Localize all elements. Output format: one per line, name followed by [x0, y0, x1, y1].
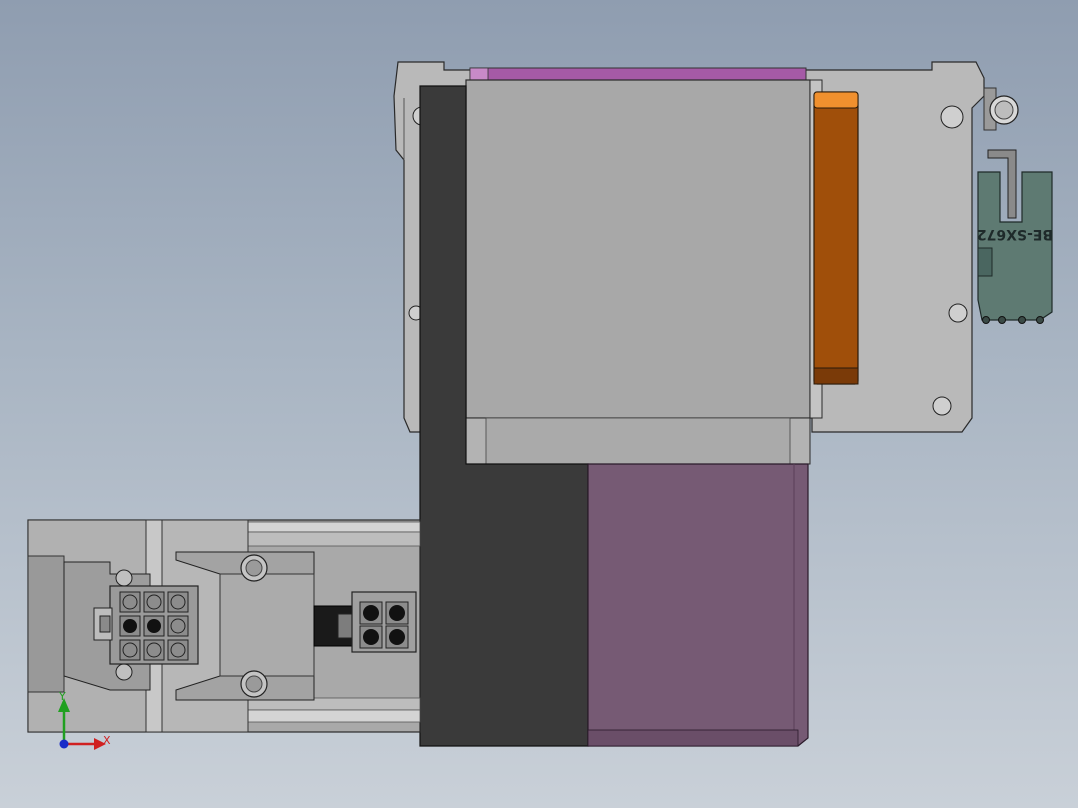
cad-viewport[interactable]: BE-SX672 Y X — [0, 0, 1078, 808]
axis-y-label: Y — [58, 690, 66, 703]
mount-hole — [940, 105, 964, 129]
connector-3x3 — [93, 585, 199, 665]
purple-motor-body — [587, 463, 809, 747]
orange-heatsink-bar — [813, 91, 859, 385]
mount-hole — [948, 303, 968, 323]
connector-2x2 — [351, 591, 417, 653]
mount-hole — [932, 396, 952, 416]
axis-x-label: X — [103, 734, 111, 747]
magenta-strip — [469, 67, 807, 81]
board-part-label: BE-SX672 — [977, 226, 1053, 242]
gray-cover — [465, 79, 811, 419]
cad-model-canvas[interactable]: BE-SX672 Y X — [0, 0, 1078, 808]
